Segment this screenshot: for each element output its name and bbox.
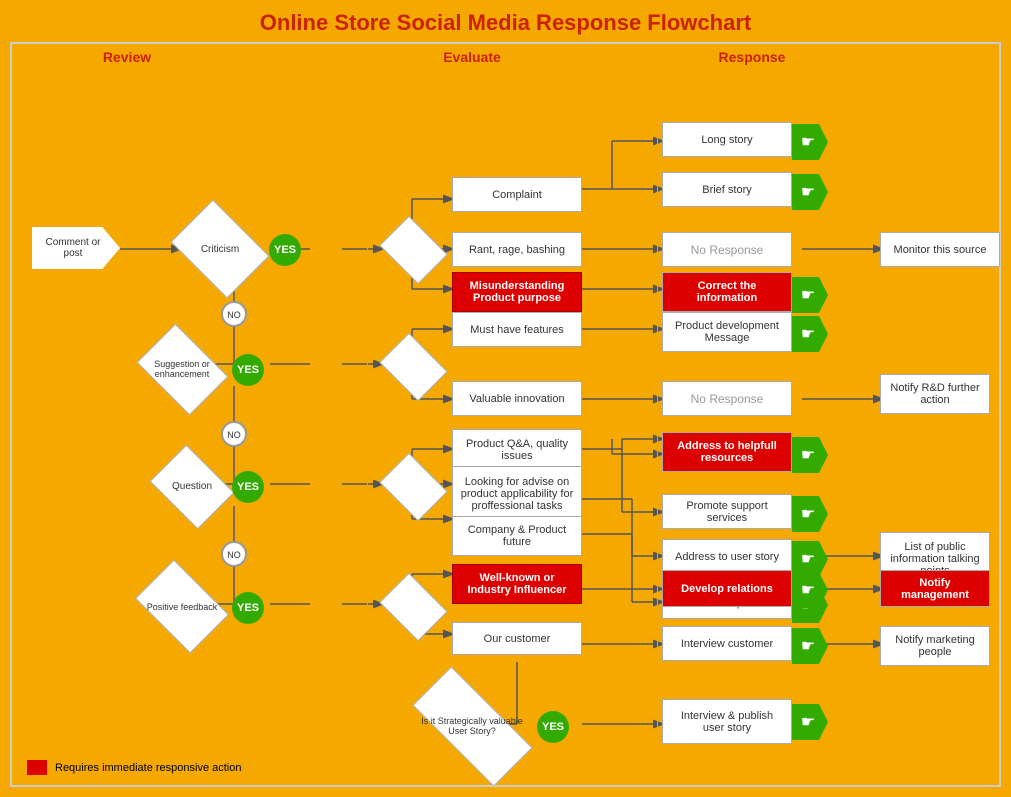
- develop-relations-box: Develop relations: [662, 570, 792, 607]
- svg-text:NO: NO: [227, 310, 241, 320]
- monitor-source-box: Monitor this source: [880, 232, 1000, 267]
- no-response-2: No Response: [662, 381, 792, 416]
- must-have-box: Must have features: [452, 312, 582, 347]
- looking-advise-box: Looking for advise on product applicabil…: [452, 466, 582, 521]
- svg-text:NO: NO: [227, 550, 241, 560]
- eval-diamond3: [382, 464, 444, 509]
- question-yes: YES: [232, 471, 264, 503]
- long-story-box: Long story: [662, 122, 792, 157]
- question-wrap: Question: [152, 459, 232, 514]
- address-user-box: Address to user story: [662, 539, 792, 574]
- promote-support-box: Promote support services: [662, 494, 792, 529]
- positive-yes: YES: [232, 592, 264, 624]
- legend: Requires immediate responsive action: [27, 760, 241, 775]
- divider-1: [367, 74, 368, 784]
- valuable-box: Valuable innovation: [452, 381, 582, 416]
- svg-text:NO: NO: [227, 430, 241, 440]
- product-qa-box: Product Q&A, quality issues: [452, 429, 582, 471]
- criticism-wrap: Criticism: [180, 224, 260, 274]
- misunderstanding-box: Misunderstanding Product purpose: [452, 272, 582, 312]
- correct-info-hand[interactable]: ☛: [792, 277, 828, 313]
- brief-story-box: Brief story: [662, 172, 792, 207]
- divider-2: [657, 74, 658, 784]
- col-review: Review: [62, 49, 192, 65]
- flowchart-container: NO NO: [10, 42, 1001, 787]
- promote-support-hand[interactable]: ☛: [792, 496, 828, 532]
- notify-management-box: Notify management: [880, 570, 990, 607]
- brief-story-hand[interactable]: ☛: [792, 174, 828, 210]
- well-known-box: Well-known or Industry Influencer: [452, 564, 582, 604]
- interview-customer-box: Interview customer: [662, 626, 792, 661]
- address-helpful-box: Address to helpfull resources: [662, 432, 792, 472]
- interview-publish-box: Interview & publish user story: [662, 699, 792, 744]
- col-evaluate: Evaluate: [372, 49, 572, 65]
- eval-diamond2: [382, 344, 444, 389]
- positive-wrap: Positive feedback: [137, 579, 227, 634]
- complaint-box: Complaint: [452, 177, 582, 212]
- notify-rd-box: Notify R&D further action: [880, 374, 990, 414]
- correct-info-box: Correct the information: [662, 272, 792, 312]
- rant-box: Rant, rage, bashing: [452, 232, 582, 267]
- product-dev-box: Product development Message: [662, 312, 792, 352]
- long-story-hand[interactable]: ☛: [792, 124, 828, 160]
- suggestion-yes: YES: [232, 354, 264, 386]
- our-customer-box: Our customer: [452, 622, 582, 655]
- address-helpful-hand[interactable]: ☛: [792, 437, 828, 473]
- company-future-box: Company & Product future: [452, 516, 582, 556]
- criticism-yes: YES: [269, 234, 301, 266]
- legend-red-box: [27, 760, 47, 775]
- eval-diamond4: [382, 584, 444, 629]
- interview-customer-hand[interactable]: ☛: [792, 628, 828, 664]
- legend-text: Requires immediate responsive action: [55, 762, 241, 774]
- interview-publish-hand[interactable]: ☛: [792, 704, 828, 740]
- col-response: Response: [652, 49, 852, 65]
- page-title: Online Store Social Media Response Flowc…: [0, 0, 1011, 42]
- strategically-yes: YES: [537, 711, 569, 743]
- notify-marketing-box: Notify marketing people: [880, 626, 990, 666]
- suggestion-wrap: Suggestion or enhancement: [137, 340, 227, 398]
- comment-node: Comment or post: [32, 227, 120, 269]
- address-user-hand[interactable]: ☛: [792, 541, 828, 577]
- product-dev-hand[interactable]: ☛: [792, 316, 828, 352]
- no-response-1: No Response: [662, 232, 792, 267]
- strategically-wrap: Is it Strategically valuable User Story?: [407, 697, 537, 755]
- eval-diamond1: [382, 227, 444, 272]
